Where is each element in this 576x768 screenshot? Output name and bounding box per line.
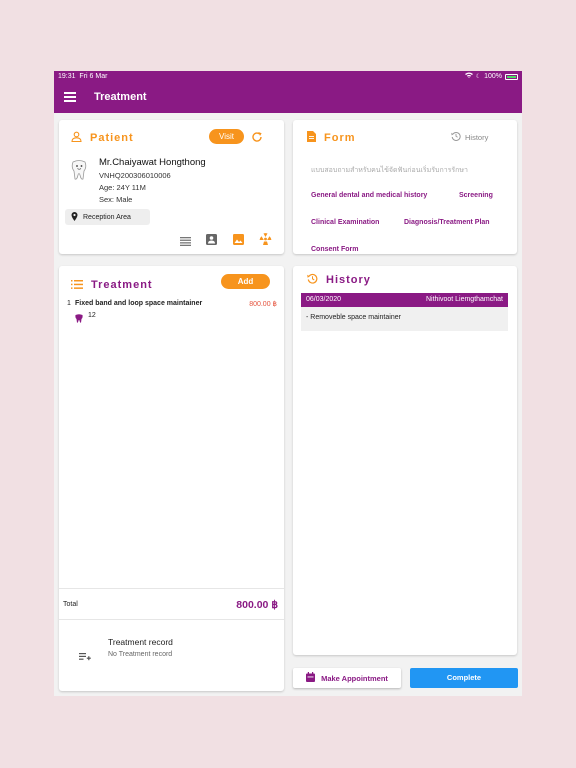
location-pin-icon bbox=[71, 211, 78, 223]
form-link-consent-form[interactable]: Consent Form bbox=[311, 246, 358, 253]
form-history-label: History bbox=[465, 132, 489, 142]
form-links-overflow: Consent Form bbox=[293, 240, 517, 254]
history-date: 06/03/2020 bbox=[306, 296, 342, 303]
form-history-button[interactable]: History bbox=[451, 131, 488, 143]
form-link-general-dental-history[interactable]: General dental and medical history bbox=[311, 192, 427, 199]
visit-button[interactable]: Visit bbox=[209, 129, 244, 144]
app-window: 19:31 Fri 6 Mar ☾ 100% Treatment Patient… bbox=[54, 71, 522, 696]
status-bar: 19:31 Fri 6 Mar ☾ 100% bbox=[54, 71, 522, 83]
tooth-icon bbox=[75, 310, 83, 328]
total-label: Total bbox=[63, 601, 78, 608]
divider bbox=[59, 588, 284, 589]
document-icon bbox=[307, 129, 316, 147]
history-entry-header[interactable]: 06/03/2020 Nithivoot Liemgthamchat bbox=[301, 293, 508, 307]
complete-button[interactable]: Complete bbox=[410, 668, 518, 688]
location-label: Reception Area bbox=[83, 213, 131, 221]
contact-card-icon[interactable] bbox=[206, 232, 217, 250]
battery-icon bbox=[505, 74, 518, 80]
status-time: 19:31 Fri 6 Mar bbox=[58, 73, 108, 80]
history-entry-body: - Removeble space maintainer bbox=[301, 307, 508, 331]
treatment-item-price: 800.00 ฿ bbox=[249, 301, 277, 308]
app-bar: Treatment bbox=[54, 83, 522, 113]
form-link-orthodontic-questionnaire[interactable]: แบบสอบถามสำหรับคนไข้จัดฟันก่อนเริ่มรับกา… bbox=[311, 165, 468, 176]
history-clock-icon bbox=[451, 131, 461, 143]
list-bullet-icon bbox=[71, 276, 83, 294]
calendar-icon bbox=[306, 672, 316, 684]
treatment-card-header: Treatment bbox=[71, 276, 153, 294]
patient-card: Patient Visit Mr.Chaiyawat Hongthong VNH… bbox=[59, 120, 284, 254]
form-card-header: Form bbox=[307, 129, 356, 147]
form-link-diagnosis-treatment-plan[interactable]: Diagnosis/Treatment Plan bbox=[404, 219, 490, 226]
patient-sex: Sex: Male bbox=[99, 195, 133, 204]
patient-heading: Patient bbox=[90, 132, 134, 144]
tooth-avatar-icon bbox=[69, 159, 89, 186]
image-icon[interactable] bbox=[233, 232, 244, 250]
add-treatment-button[interactable]: Add bbox=[221, 274, 270, 289]
history-card-header: History bbox=[307, 271, 371, 289]
treatment-card: Treatment Add 1 Fixed band and loop spac… bbox=[59, 266, 284, 691]
patient-name: Mr.Chaiyawat Hongthong bbox=[99, 157, 206, 168]
treatment-item-tooth: 12 bbox=[88, 312, 96, 319]
make-appointment-label: Make Appointment bbox=[321, 673, 388, 683]
treatment-heading: Treatment bbox=[91, 279, 153, 291]
wifi-icon bbox=[464, 71, 473, 83]
refresh-icon[interactable] bbox=[251, 130, 263, 148]
playlist-add-icon[interactable] bbox=[79, 649, 91, 667]
history-icon bbox=[307, 271, 318, 289]
treatment-item-index: 1 bbox=[67, 300, 71, 307]
hamburger-menu-icon[interactable] bbox=[64, 92, 76, 104]
radiation-icon[interactable] bbox=[259, 232, 272, 250]
list-icon[interactable] bbox=[180, 233, 191, 251]
patient-card-header: Patient bbox=[71, 129, 134, 147]
battery-percent: 100% bbox=[484, 73, 502, 80]
patient-age: Age: 24Y 11M bbox=[99, 183, 146, 192]
history-card: History 06/03/2020 Nithivoot Liemgthamch… bbox=[293, 266, 517, 655]
page-title: Treatment bbox=[94, 91, 147, 103]
moon-icon: ☾ bbox=[475, 74, 482, 80]
divider bbox=[59, 619, 284, 620]
patient-hn: VNHQ200306010006 bbox=[99, 171, 171, 180]
form-card: Form History แบบสอบถามสำหรับคนไข้จัดฟันก… bbox=[293, 120, 517, 254]
treatment-item-name: Fixed band and loop space maintainer bbox=[75, 300, 203, 307]
history-doctor: Nithivoot Liemgthamchat bbox=[425, 296, 503, 303]
person-icon bbox=[71, 129, 82, 147]
form-link-screening[interactable]: Screening bbox=[459, 192, 493, 199]
make-appointment-button[interactable]: Make Appointment bbox=[293, 668, 401, 688]
location-badge[interactable]: Reception Area bbox=[65, 209, 150, 225]
form-heading: Form bbox=[324, 132, 356, 144]
form-link-clinical-examination[interactable]: Clinical Examination bbox=[311, 219, 379, 226]
history-heading: History bbox=[326, 274, 371, 286]
treatment-record-empty: No Treatment record bbox=[108, 651, 173, 658]
total-value: 800.00 ฿ bbox=[236, 599, 278, 611]
treatment-item[interactable]: 1 Fixed band and loop space maintainer 8… bbox=[67, 300, 277, 324]
status-indicators: ☾ 100% bbox=[464, 71, 518, 83]
treatment-record-title: Treatment record bbox=[108, 637, 173, 647]
